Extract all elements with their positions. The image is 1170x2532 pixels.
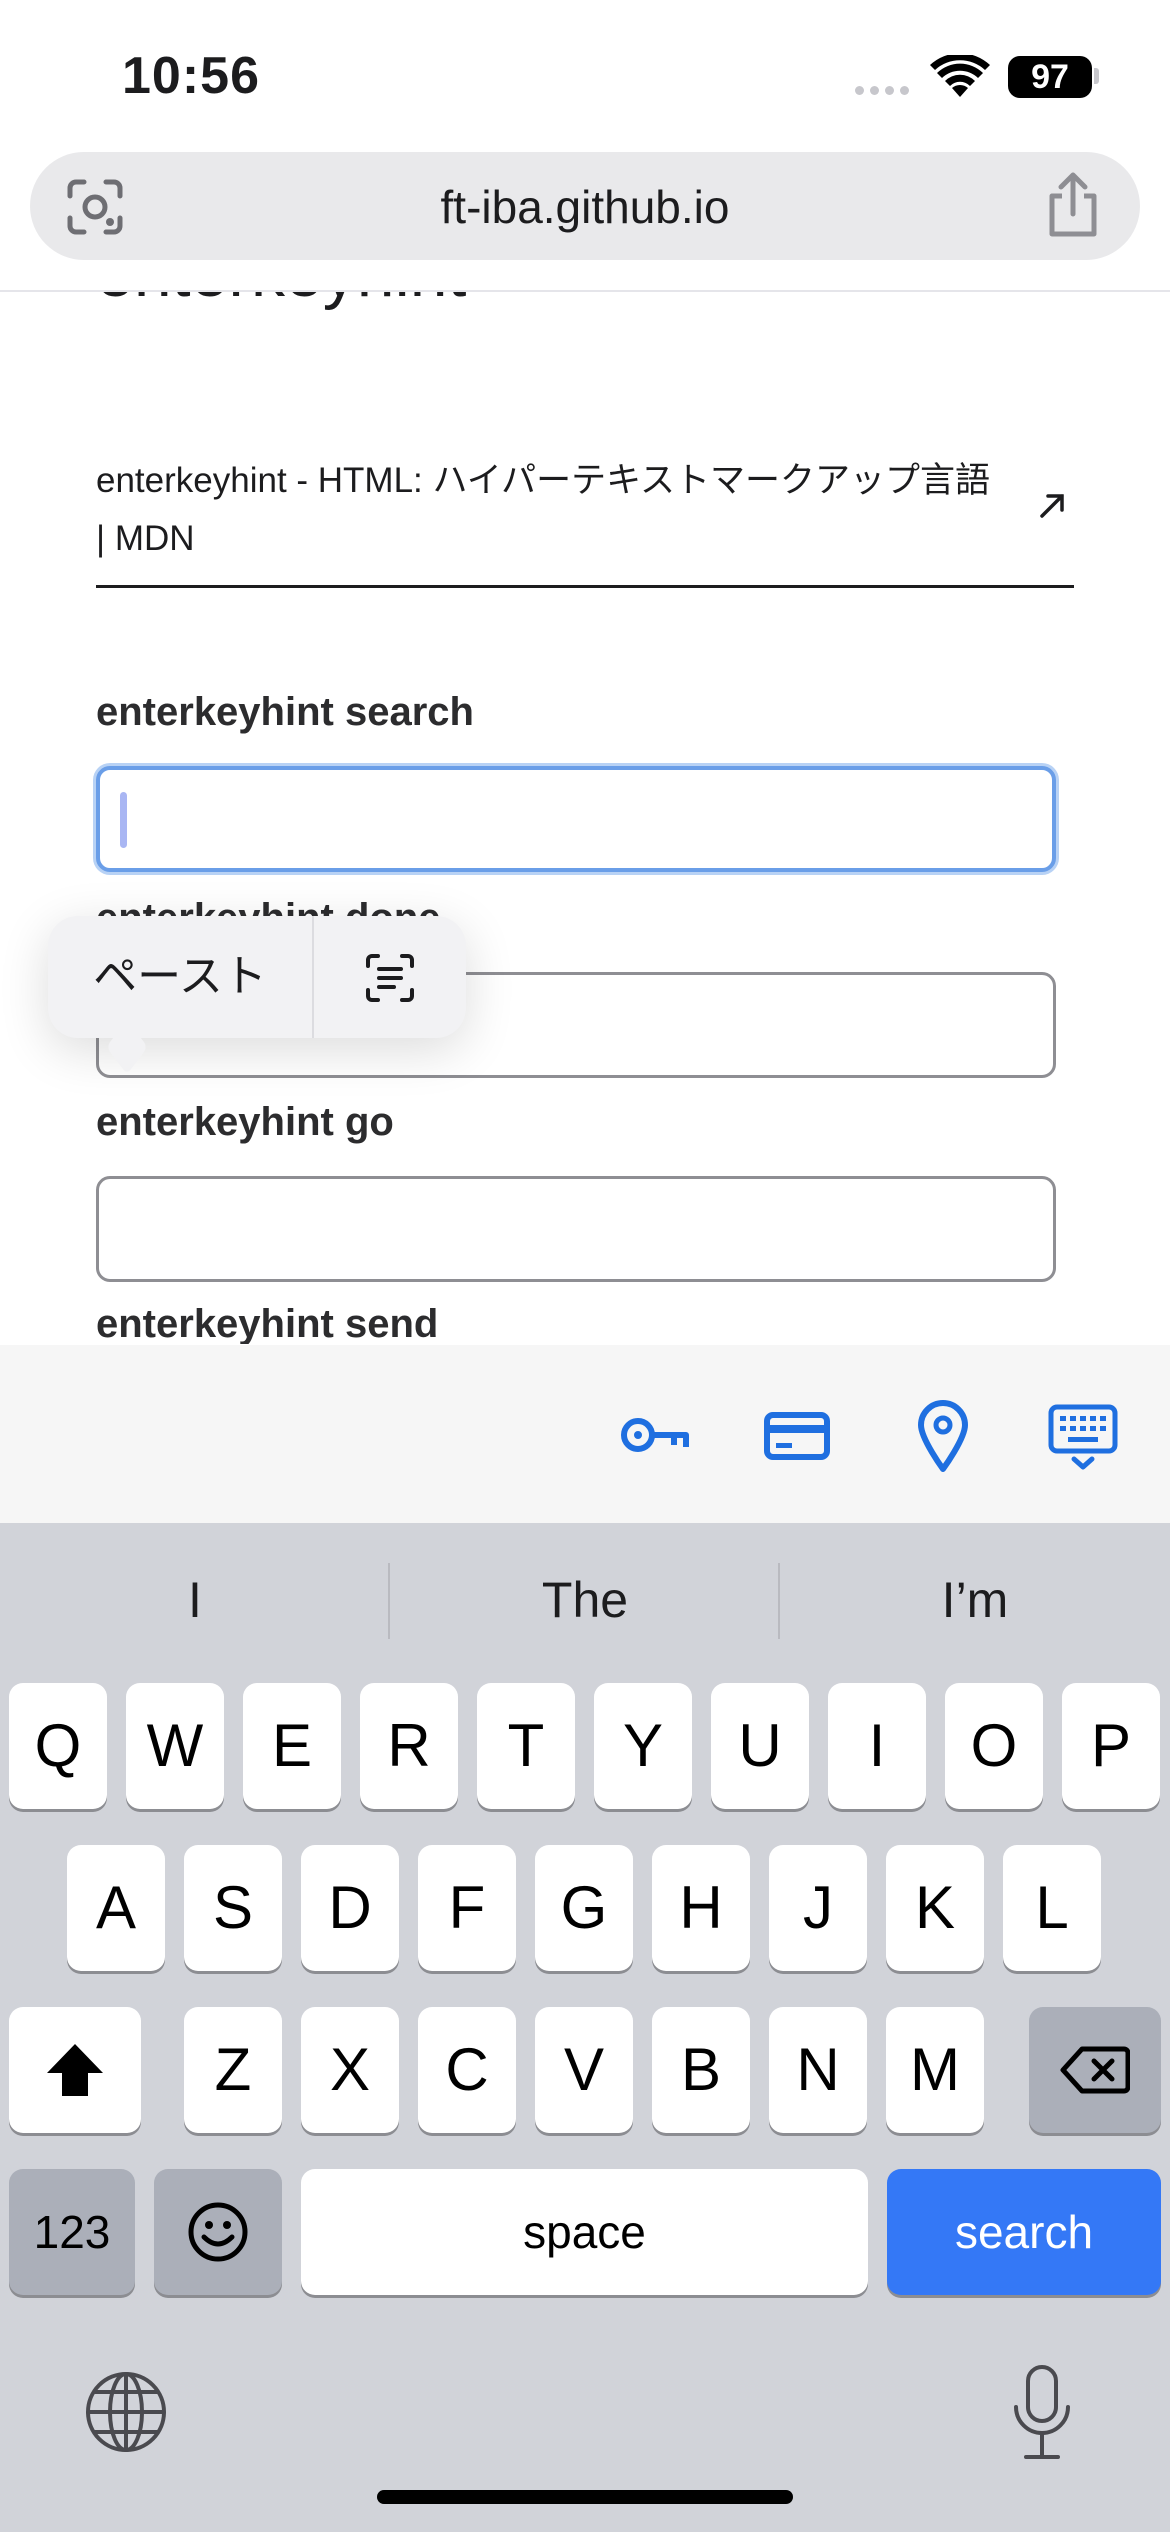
suggestion-1[interactable]: I <box>0 1571 390 1629</box>
web-page-content: enterkeyhint enterkeyhint - HTML: ハイパーテキ… <box>0 292 1170 1344</box>
mdn-link-label[interactable]: enterkeyhint - HTML: ハイパーテキストマークアップ言語 | … <box>96 452 996 568</box>
key-w[interactable]: W <box>126 1683 224 1809</box>
go-field-label: enterkeyhint go <box>96 1100 394 1144</box>
shift-key[interactable] <box>9 2007 141 2133</box>
delete-backward-icon <box>1060 2046 1130 2094</box>
mdn-reference-link[interactable]: enterkeyhint - HTML: ハイパーテキストマークアップ言語 | … <box>96 452 1074 588</box>
key-a[interactable]: A <box>67 1845 165 1971</box>
cellular-signal-icon <box>855 86 909 95</box>
page-title: enterkeyhint <box>96 292 466 312</box>
url-text[interactable]: ft-iba.github.io <box>30 180 1140 234</box>
status-time: 10:56 <box>122 47 260 105</box>
paste-button[interactable]: ペースト <box>48 916 312 1038</box>
credit-card-icon[interactable] <box>764 1395 830 1475</box>
text-caret <box>120 792 127 848</box>
keyboard-dismiss-icon[interactable] <box>1048 1395 1118 1475</box>
key-y[interactable]: Y <box>594 1683 692 1809</box>
key-e[interactable]: E <box>243 1683 341 1809</box>
software-keyboard: I The I’m Q W E R T Y U I O P A S D F G … <box>0 1523 1170 2532</box>
autofill-accessory-bar <box>0 1345 1170 1523</box>
home-indicator[interactable] <box>377 2490 793 2504</box>
address-bar[interactable]: ft-iba.github.io <box>30 152 1140 260</box>
key-z[interactable]: Z <box>184 2007 282 2133</box>
key-g[interactable]: G <box>535 1845 633 1971</box>
key-j[interactable]: J <box>769 1845 867 1971</box>
share-icon[interactable] <box>1042 172 1104 238</box>
search-field-label: enterkeyhint search <box>96 690 474 734</box>
shift-arrow-icon <box>47 2044 103 2096</box>
scan-text-button[interactable] <box>314 916 466 1038</box>
emoji-smiley-icon <box>188 2202 248 2262</box>
suggestion-3[interactable]: I’m <box>780 1571 1170 1629</box>
key-p[interactable]: P <box>1062 1683 1160 1809</box>
key-n[interactable]: N <box>769 2007 867 2133</box>
key-u[interactable]: U <box>711 1683 809 1809</box>
microphone-icon[interactable] <box>1010 2363 1074 2463</box>
key-o[interactable]: O <box>945 1683 1043 1809</box>
space-key[interactable]: space <box>301 2169 868 2295</box>
key-icon[interactable] <box>618 1395 690 1475</box>
backspace-key[interactable] <box>1029 2007 1161 2133</box>
globe-icon[interactable] <box>84 2370 168 2454</box>
wifi-icon <box>930 55 990 97</box>
key-r[interactable]: R <box>360 1683 458 1809</box>
key-v[interactable]: V <box>535 2007 633 2133</box>
external-link-arrow-icon <box>1040 494 1064 518</box>
location-pin-icon[interactable] <box>915 1395 971 1475</box>
key-m[interactable]: M <box>886 2007 984 2133</box>
key-d[interactable]: D <box>301 1845 399 1971</box>
key-q[interactable]: Q <box>9 1683 107 1809</box>
status-bar: 10:56 97 <box>0 0 1170 150</box>
numbers-key[interactable]: 123 <box>9 2169 135 2295</box>
key-c[interactable]: C <box>418 2007 516 2133</box>
suggestion-2[interactable]: The <box>390 1571 780 1629</box>
emoji-key[interactable] <box>154 2169 282 2295</box>
key-s[interactable]: S <box>184 1845 282 1971</box>
search-input[interactable] <box>96 766 1056 872</box>
key-k[interactable]: K <box>886 1845 984 1971</box>
search-return-key[interactable]: search <box>887 2169 1161 2295</box>
key-f[interactable]: F <box>418 1845 516 1971</box>
key-h[interactable]: H <box>652 1845 750 1971</box>
key-b[interactable]: B <box>652 2007 750 2133</box>
send-field-label: enterkeyhint send <box>96 1302 439 1344</box>
go-input[interactable] <box>96 1176 1056 1282</box>
battery-icon: 97 <box>1008 56 1092 98</box>
scan-text-icon <box>366 954 414 1002</box>
key-i[interactable]: I <box>828 1683 926 1809</box>
key-t[interactable]: T <box>477 1683 575 1809</box>
key-l[interactable]: L <box>1003 1845 1101 1971</box>
key-x[interactable]: X <box>301 2007 399 2133</box>
edit-menu-popup: ペースト <box>48 916 466 1075</box>
